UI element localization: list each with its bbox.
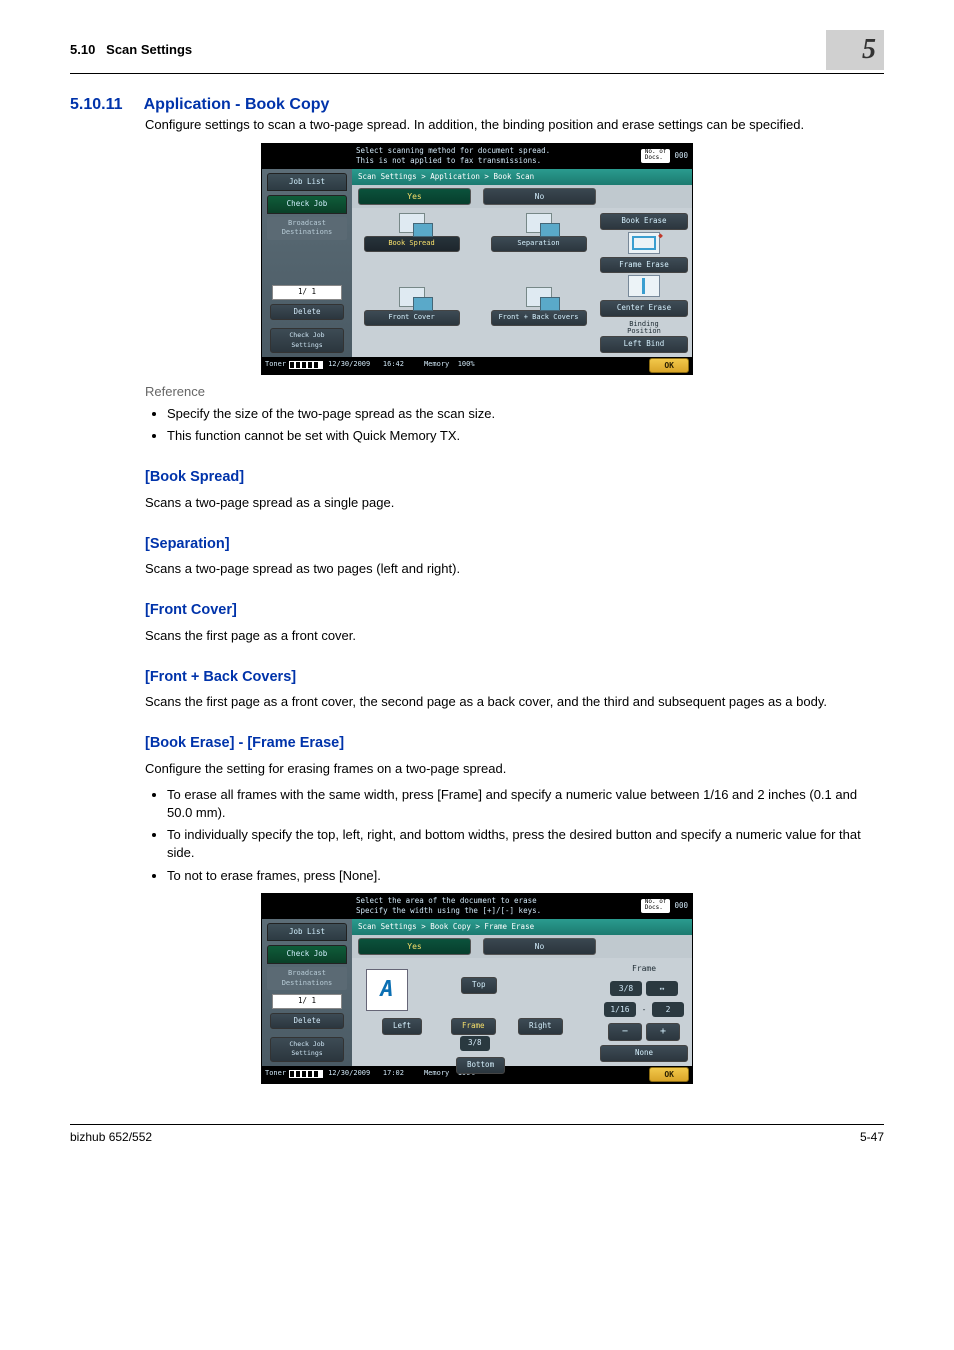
broadcast-destinations[interactable]: Broadcast Destinations	[267, 217, 347, 241]
memory-value: 100%	[458, 360, 475, 368]
ok-button[interactable]: OK	[649, 1067, 689, 1082]
frame-side-label: Frame	[600, 963, 688, 974]
front-back-covers-option[interactable]: Front + Back Covers	[491, 310, 587, 326]
delete-button[interactable]: Delete	[270, 1013, 344, 1030]
bottom-button[interactable]: Bottom	[456, 1057, 505, 1074]
page-indicator: 1/ 1	[272, 994, 342, 1009]
book-spread-icon	[399, 213, 425, 233]
breadcrumb: Scan Settings > Application > Book Scan	[352, 169, 692, 186]
book-erase-heading: [Book Erase] - [Frame Erase]	[145, 733, 884, 753]
frame-erase-icon: ◆	[628, 232, 660, 254]
job-list-tab[interactable]: Job List	[267, 923, 347, 942]
job-list-tab[interactable]: Job List	[267, 173, 347, 192]
header-section-num: 5.10	[70, 42, 95, 57]
delete-button[interactable]: Delete	[270, 304, 344, 321]
book-spread-heading: [Book Spread]	[145, 467, 884, 487]
dash: -	[640, 1004, 648, 1015]
front-cover-heading: [Front Cover]	[145, 600, 884, 620]
section-title: Application - Book Copy	[144, 96, 330, 113]
reference-item: This function cannot be set with Quick M…	[167, 427, 884, 445]
status-date: 12/30/2009	[328, 1069, 370, 1079]
no-button[interactable]: No	[483, 938, 596, 955]
broadcast-destinations[interactable]: Broadcast Destinations	[267, 967, 347, 991]
separation-option[interactable]: Separation	[491, 236, 587, 252]
book-erase-text: Configure the setting for erasing frames…	[145, 760, 884, 778]
docs-label: No. of Docs.	[645, 899, 667, 911]
frame-erase-button[interactable]: Frame Erase	[600, 257, 688, 274]
section-number: 5.10.11	[70, 94, 140, 116]
preview-thumbnail: A	[366, 969, 408, 1011]
frame-min-value: 1/16	[604, 1002, 636, 1017]
yes-button[interactable]: Yes	[358, 188, 471, 205]
page-indicator: 1/ 1	[272, 285, 342, 300]
memory-label: Memory	[424, 360, 449, 368]
status-time: 17:02	[383, 1069, 404, 1079]
frame-current-value: 3/8	[610, 981, 642, 996]
intro-text: Configure settings to scan a two-page sp…	[145, 116, 884, 134]
frame-button[interactable]: Frame	[451, 1018, 496, 1035]
status-date: 12/30/2009	[328, 360, 370, 370]
center-erase-button[interactable]: Center Erase	[600, 300, 688, 317]
mfp-screen-book-scan: Select scanning method for document spre…	[261, 143, 693, 375]
separation-icon	[526, 213, 552, 233]
docs-count: 000	[674, 151, 688, 162]
no-button[interactable]: No	[483, 188, 596, 205]
binding-position-label: Binding Position	[600, 321, 688, 336]
left-button[interactable]: Left	[382, 1018, 422, 1035]
separation-heading: [Separation]	[145, 534, 884, 554]
memory-label: Memory	[424, 1069, 449, 1077]
plus-button[interactable]: +	[646, 1023, 680, 1041]
front-cover-text: Scans the first page as a front cover.	[145, 627, 884, 645]
separation-text: Scans a two-page spread as two pages (le…	[145, 560, 884, 578]
toner-label: Toner	[265, 1069, 286, 1079]
erase-item: To not to erase frames, press [None].	[167, 867, 884, 885]
front-cover-icon	[399, 287, 425, 307]
instruction-text: Select the area of the document to erase…	[356, 896, 541, 917]
book-erase-button[interactable]: Book Erase	[600, 213, 688, 230]
toner-gauge	[289, 1070, 323, 1078]
erase-item: To individually specify the top, left, r…	[167, 826, 884, 862]
erase-item: To erase all frames with the same width,…	[167, 786, 884, 822]
yes-button[interactable]: Yes	[358, 938, 471, 955]
frame-max-value: 2	[652, 1002, 684, 1017]
docs-count: 000	[674, 901, 688, 912]
reference-item: Specify the size of the two-page spread …	[167, 405, 884, 423]
book-spread-option[interactable]: Book Spread	[364, 236, 460, 252]
ok-button[interactable]: OK	[649, 358, 689, 373]
mfp-screen-frame-erase: Select the area of the document to erase…	[261, 893, 693, 1084]
status-time: 16:42	[383, 360, 404, 370]
book-spread-text: Scans a two-page spread as a single page…	[145, 494, 884, 512]
check-job-tab[interactable]: Check Job	[267, 945, 347, 964]
frame-value: 3/8	[460, 1036, 490, 1051]
footer-page: 5-47	[860, 1129, 884, 1146]
front-back-heading: [Front + Back Covers]	[145, 667, 884, 687]
toner-gauge	[289, 361, 323, 369]
breadcrumb: Scan Settings > Book Copy > Frame Erase	[352, 919, 692, 936]
front-cover-option[interactable]: Front Cover	[364, 310, 460, 326]
front-back-covers-icon	[526, 287, 552, 307]
binding-position-button[interactable]: Left Bind	[600, 336, 688, 353]
top-button[interactable]: Top	[461, 977, 497, 994]
instruction-text: Select scanning method for document spre…	[356, 146, 550, 167]
front-back-text: Scans the first page as a front cover, t…	[145, 693, 884, 711]
none-button[interactable]: None	[600, 1045, 688, 1062]
reference-label: Reference	[145, 383, 884, 401]
footer-model: bizhub 652/552	[70, 1129, 152, 1146]
check-job-tab[interactable]: Check Job	[267, 195, 347, 214]
check-job-settings-button[interactable]: Check Job Settings	[270, 1037, 344, 1061]
right-button[interactable]: Right	[518, 1018, 563, 1035]
chapter-badge: 5	[826, 30, 884, 70]
header-section-title: Scan Settings	[106, 42, 192, 57]
minus-button[interactable]: −	[608, 1023, 642, 1041]
check-job-settings-button[interactable]: Check Job Settings	[270, 328, 344, 352]
toner-label: Toner	[265, 360, 286, 370]
range-icon: ↔	[646, 981, 678, 996]
docs-label: No. of Docs.	[645, 149, 667, 161]
center-erase-icon	[628, 275, 660, 297]
